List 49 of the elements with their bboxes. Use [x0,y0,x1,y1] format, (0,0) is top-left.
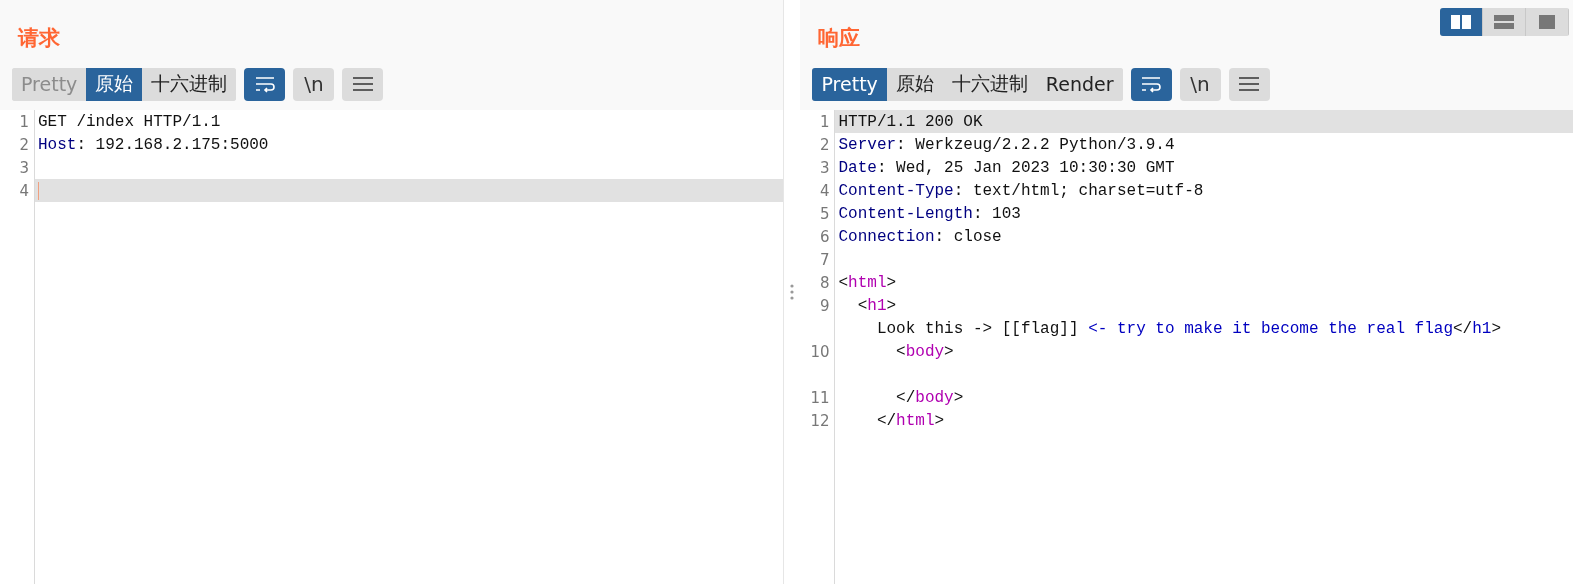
line-number: 10 [809,342,831,361]
line-number: 4 [18,181,30,200]
panel-title: 请求 [16,25,61,52]
code-text: </body> [895,388,964,407]
view-tab[interactable]: Pretty [812,67,887,101]
menu-button[interactable] [1228,67,1270,101]
wrap-icon [253,75,276,93]
code-text: HTTP/1.1 200 OK [837,112,983,131]
line-number: 1 [18,112,30,131]
newline-toggle[interactable]: \n [293,67,335,101]
code-text: </html> [875,411,945,430]
line-number: 3 [818,158,831,177]
menu-icon [351,75,374,93]
stacked-view-icon [1494,15,1514,29]
menu-icon [1238,75,1260,93]
line-number: 12 [809,411,831,430]
view-tab[interactable]: 原始 [86,67,143,101]
code-text: Content-Type: text/html; charset=utf-8 [837,181,1204,200]
code-text: Content-Length: 103 [837,204,1021,223]
single-view-icon [1539,15,1555,29]
line-number: 3 [18,158,30,177]
line-number: 2 [18,135,30,154]
layout-button[interactable] [1440,8,1483,36]
line-number: 11 [809,388,831,407]
panel-title: 响应 [817,25,862,52]
code-text: Connection: close [837,227,1002,246]
newline-toggle[interactable]: \n [1179,67,1221,101]
code-text: <html> [837,273,897,292]
line-number: 8 [818,273,831,292]
code-text: Server: Werkzeug/2.2.2 Python/3.9.4 [837,135,1175,154]
code-text: Date: Wed, 25 Jan 2023 10:30:30 GMT [837,158,1175,177]
line-number: 7 [818,250,831,269]
wrap-toggle[interactable] [244,67,286,101]
drag-handle-icon[interactable] [790,284,794,300]
line-number: 1 [818,112,831,131]
code-text: Look this -> [[flag]] <- try to make it become the real flag</h1> [875,319,1501,338]
wrap-icon [1140,75,1162,93]
line-number: 5 [818,204,831,223]
menu-button[interactable] [342,67,384,101]
code-text: GET /index HTTP/1.1 [37,112,221,131]
code-text: Host: 192.168.2.175:5000 [37,135,269,154]
wrap-toggle[interactable] [1130,67,1172,101]
line-number: 2 [818,135,831,154]
line-number: 6 [818,227,831,246]
code-text: <body> [895,342,954,361]
line-number: 9 [818,296,831,315]
code-text: <h1> [856,296,897,315]
line-number: 4 [818,181,831,200]
split-view-icon [1451,15,1471,29]
